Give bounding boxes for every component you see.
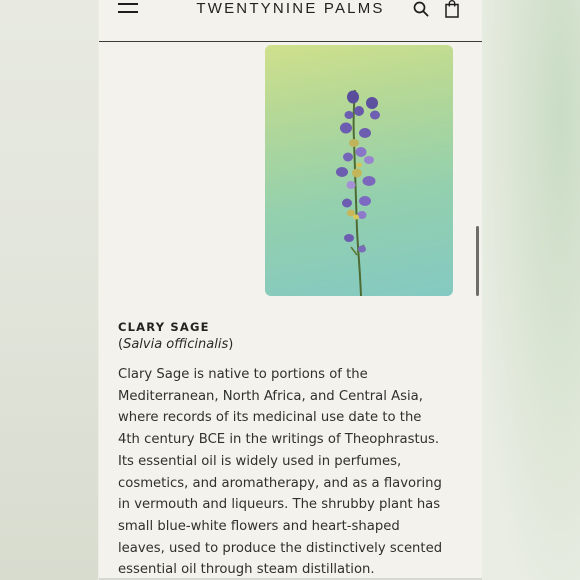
background-left-panel xyxy=(0,0,98,580)
description-line: essential oil through steam distillation… xyxy=(118,562,375,578)
background-right-panel xyxy=(482,0,580,580)
mobile-page[interactable]: TWENTYNINE PALMS CLARY SAGE (Salvia offi… xyxy=(99,0,482,580)
description-line: Its essential oil is widely used in perf… xyxy=(118,453,402,469)
scrollbar-thumb[interactable] xyxy=(476,226,479,296)
description-line: Mediterranean, North Africa, and Central… xyxy=(118,388,423,404)
description-line: where records of its medicinal use date … xyxy=(118,410,422,426)
description-line: cosmetics, and aromatherapy, and as a fl… xyxy=(118,475,442,491)
site-header: TWENTYNINE PALMS xyxy=(99,0,482,42)
lavender-sprig-illustration xyxy=(336,89,380,296)
description-paragraph: Clary Sage is native to portions of the … xyxy=(118,364,470,580)
description-line: leaves, used to produce the distinctivel… xyxy=(118,540,443,556)
description-line: small blue-white flowers and heart-shape… xyxy=(118,518,400,534)
description-line: Clary Sage is native to portions of the xyxy=(118,367,368,382)
search-icon[interactable] xyxy=(413,1,429,17)
section-title: CLARY SAGE xyxy=(118,320,210,334)
clary-sage-photo xyxy=(265,45,453,296)
description-line: 4th century BCE in the writings of Theop… xyxy=(118,432,440,448)
shopping-bag-icon[interactable] xyxy=(445,0,459,18)
latin-name-italic: Salvia officinalis xyxy=(123,337,229,352)
description-line: in vermouth and liqueurs. The shrubby pl… xyxy=(118,497,441,513)
latin-name: (Salvia officinalis) xyxy=(118,337,234,352)
